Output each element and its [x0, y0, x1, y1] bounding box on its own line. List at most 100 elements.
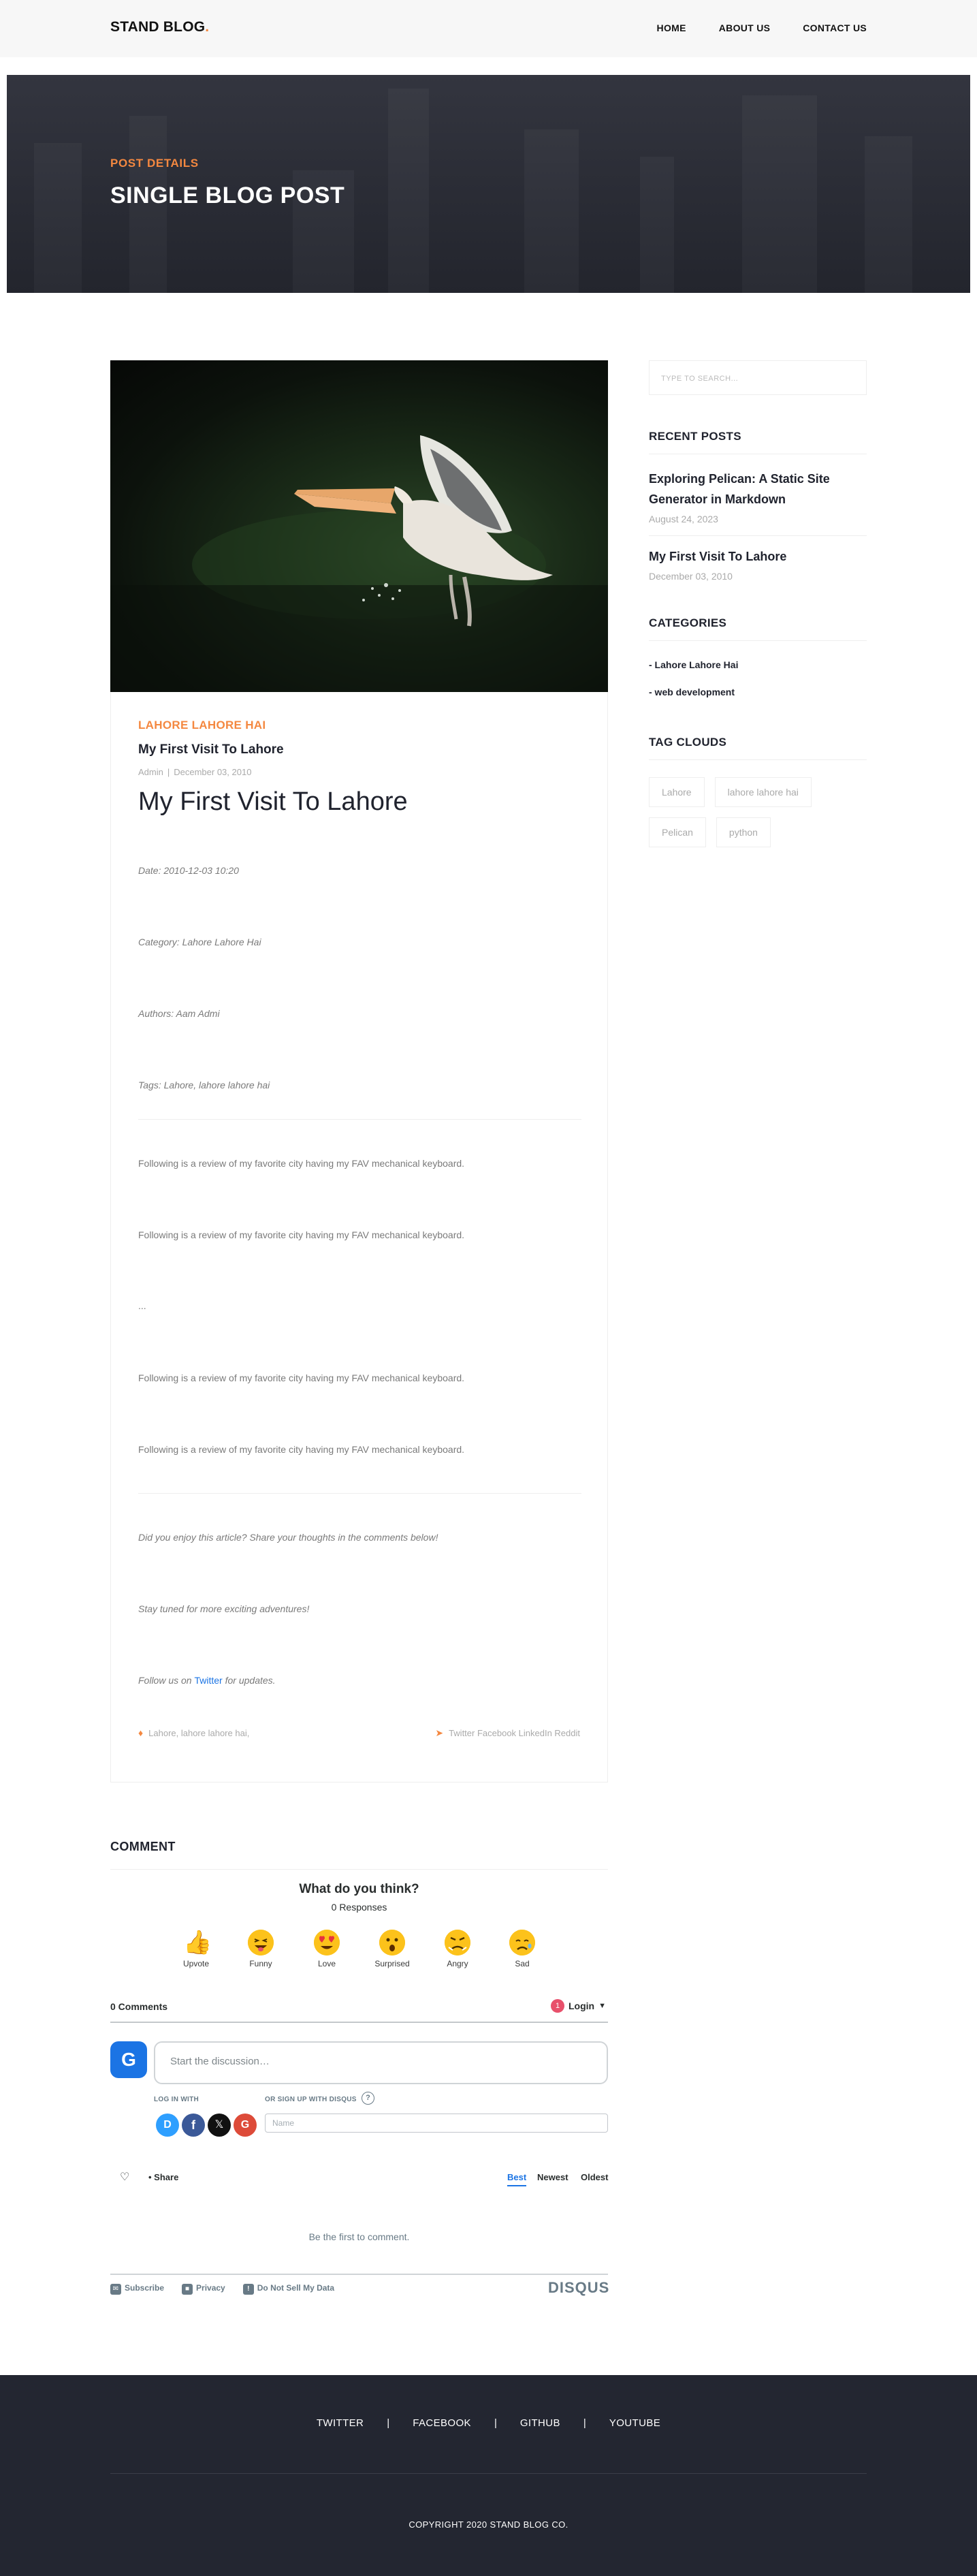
page-hero: POST DETAILS SINGLE BLOG POST — [7, 75, 970, 293]
category-item[interactable]: - web development — [649, 687, 867, 697]
nav-contact-us[interactable]: CONTACT US — [803, 22, 867, 33]
sort-newest[interactable]: Newest — [537, 2172, 568, 2182]
category-item[interactable]: - Lahore Lahore Hai — [649, 659, 867, 670]
footer-social-links: TWITTER | FACEBOOK | GITHUB | YOUTUBE — [0, 2417, 977, 2429]
reaction-sad[interactable]: Sad — [502, 1930, 543, 1968]
post-tags: ♦ Lahore, lahore lahore hai, — [138, 1727, 249, 1739]
reaction-count: 0 Responses — [331, 1902, 387, 1913]
signup-label: OR SIGN UP WITH DISQUS — [265, 2096, 357, 2103]
nav-about-us[interactable]: ABOUT US — [719, 22, 771, 33]
post-title[interactable]: My First Visit To Lahore — [138, 742, 580, 757]
chevron-down-icon: ▼ — [598, 2002, 606, 2010]
divider — [649, 640, 867, 641]
reaction-label: Angry — [447, 1959, 468, 1968]
x-login-icon[interactable]: 𝕏 — [208, 2114, 231, 2137]
tag-item[interactable]: Pelican — [649, 817, 706, 847]
share-button[interactable]: • Share — [148, 2172, 178, 2182]
subscribe-label: Subscribe — [125, 2283, 165, 2293]
skyline-building — [742, 95, 817, 293]
thumbs-up-icon: 👍 — [183, 1930, 212, 1955]
sort-best[interactable]: Best — [507, 2172, 527, 2186]
privacy-label: Privacy — [196, 2283, 225, 2293]
recent-post-date: August 24, 2023 — [649, 514, 718, 524]
heart-icon[interactable]: ♡ — [120, 2170, 129, 2184]
reaction-label: Surprised — [374, 1959, 410, 1968]
tag-cloud: Lahore lahore lahore hai Pelican python — [649, 777, 867, 858]
footer-github-link[interactable]: GITHUB — [520, 2417, 560, 2429]
search-input[interactable]: TYPE TO SEARCH... — [649, 360, 867, 395]
comment-heading: COMMENT — [110, 1840, 176, 1853]
recent-post-title[interactable]: My First Visit To Lahore — [649, 546, 867, 567]
reaction-surprised[interactable]: Surprised — [372, 1930, 413, 1968]
logo-text: STAND BLOG — [110, 19, 206, 35]
post-author[interactable]: Admin — [138, 767, 163, 777]
skyline-building — [640, 157, 674, 293]
divider — [138, 1493, 581, 1494]
footer-twitter-link[interactable]: TWITTER — [317, 2417, 364, 2429]
user-avatar[interactable]: G — [110, 2041, 147, 2078]
hero-subtitle: POST DETAILS — [110, 157, 199, 170]
name-field[interactable]: Name — [265, 2114, 608, 2133]
meta-tags: Tags: Lahore, lahore lahore hai — [138, 1080, 270, 1090]
reaction-label: Upvote — [182, 1959, 210, 1968]
follow-prefix: Follow us on — [138, 1675, 195, 1686]
follow-suffix: for updates. — [222, 1675, 276, 1686]
recent-post[interactable]: Exploring Pelican: A Static Site Generat… — [649, 469, 867, 524]
recent-post[interactable]: My First Visit To Lahore December 03, 20… — [649, 546, 867, 582]
tag-icon: ♦ — [138, 1727, 144, 1738]
privacy-link[interactable]: ■ Privacy — [182, 2283, 225, 2295]
footer-separator: | — [387, 2417, 390, 2429]
meta-category: Category: Lahore Lahore Hai — [138, 937, 261, 947]
meta-date: Date: 2010-12-03 10:20 — [138, 865, 239, 876]
recent-post-title[interactable]: Exploring Pelican: A Static Site Generat… — [649, 469, 867, 509]
share-links[interactable]: Twitter Facebook LinkedIn Reddit — [449, 1728, 580, 1738]
funny-face-icon — [248, 1930, 274, 1955]
subscribe-link[interactable]: ✉ Subscribe — [110, 2283, 164, 2295]
footer-facebook-link[interactable]: FACEBOOK — [413, 2417, 471, 2429]
footer-separator: | — [494, 2417, 497, 2429]
skyline-building — [865, 136, 912, 293]
notification-badge: 1 — [551, 1999, 564, 2013]
paragraph: Following is a review of my favorite cit… — [138, 1372, 465, 1383]
skyline-building — [34, 143, 82, 293]
footer-separator: | — [583, 2417, 586, 2429]
sad-face-icon — [509, 1930, 535, 1955]
heart-eyes-icon — [314, 1930, 340, 1955]
tag-item[interactable]: lahore lahore hai — [714, 777, 812, 807]
disqus-login-icon[interactable]: D — [156, 2114, 179, 2137]
discussion-textarea[interactable]: Start the discussion… — [154, 2041, 608, 2084]
pelican-illustration — [110, 435, 608, 692]
nav-home[interactable]: HOME — [657, 22, 686, 33]
divider — [649, 759, 867, 760]
reaction-label: Sad — [515, 1959, 530, 1968]
post-tags-text[interactable]: Lahore, lahore lahore hai, — [148, 1728, 249, 1738]
reaction-love[interactable]: Love — [306, 1930, 347, 1968]
main-nav: HOME ABOUT US CONTACT US — [657, 22, 867, 33]
site-logo[interactable]: STAND BLOG. — [110, 19, 209, 35]
skyline-building — [388, 89, 429, 293]
tag-item[interactable]: python — [716, 817, 771, 847]
footer-youtube-link[interactable]: YOUTUBE — [609, 2417, 660, 2429]
google-login-icon[interactable]: G — [234, 2114, 257, 2137]
help-icon[interactable]: ? — [362, 2092, 374, 2105]
disqus-logo[interactable]: DISQUS — [548, 2279, 609, 2297]
post-share: ➤ Twitter Facebook LinkedIn Reddit — [435, 1727, 580, 1739]
login-menu[interactable]: 1 Login ▼ — [551, 1999, 606, 2013]
site-header: STAND BLOG. HOME ABOUT US CONTACT US — [0, 0, 977, 57]
reaction-funny[interactable]: Funny — [240, 1930, 281, 1968]
post-meta: Admin | December 03, 2010 — [138, 767, 580, 777]
post-footer: ♦ Lahore, lahore lahore hai, ➤ Twitter Fac… — [138, 1727, 580, 1739]
surprised-face-icon — [379, 1930, 405, 1955]
ellipsis: ... — [138, 1300, 146, 1311]
reaction-angry[interactable]: Angry — [437, 1930, 478, 1968]
post-date: December 03, 2010 — [174, 767, 252, 777]
sort-oldest[interactable]: Oldest — [581, 2172, 608, 2182]
twitter-link[interactable]: Twitter — [194, 1675, 222, 1686]
post-category[interactable]: LAHORE LAHORE HAI — [138, 719, 580, 732]
reaction-label: Love — [317, 1959, 336, 1968]
footer-divider — [110, 2473, 867, 2474]
tag-item[interactable]: Lahore — [649, 777, 705, 807]
reaction-upvote[interactable]: 👍 Upvote — [176, 1930, 217, 1968]
do-not-sell-link[interactable]: ! Do Not Sell My Data — [242, 2283, 334, 2295]
facebook-login-icon[interactable]: f — [182, 2114, 205, 2137]
